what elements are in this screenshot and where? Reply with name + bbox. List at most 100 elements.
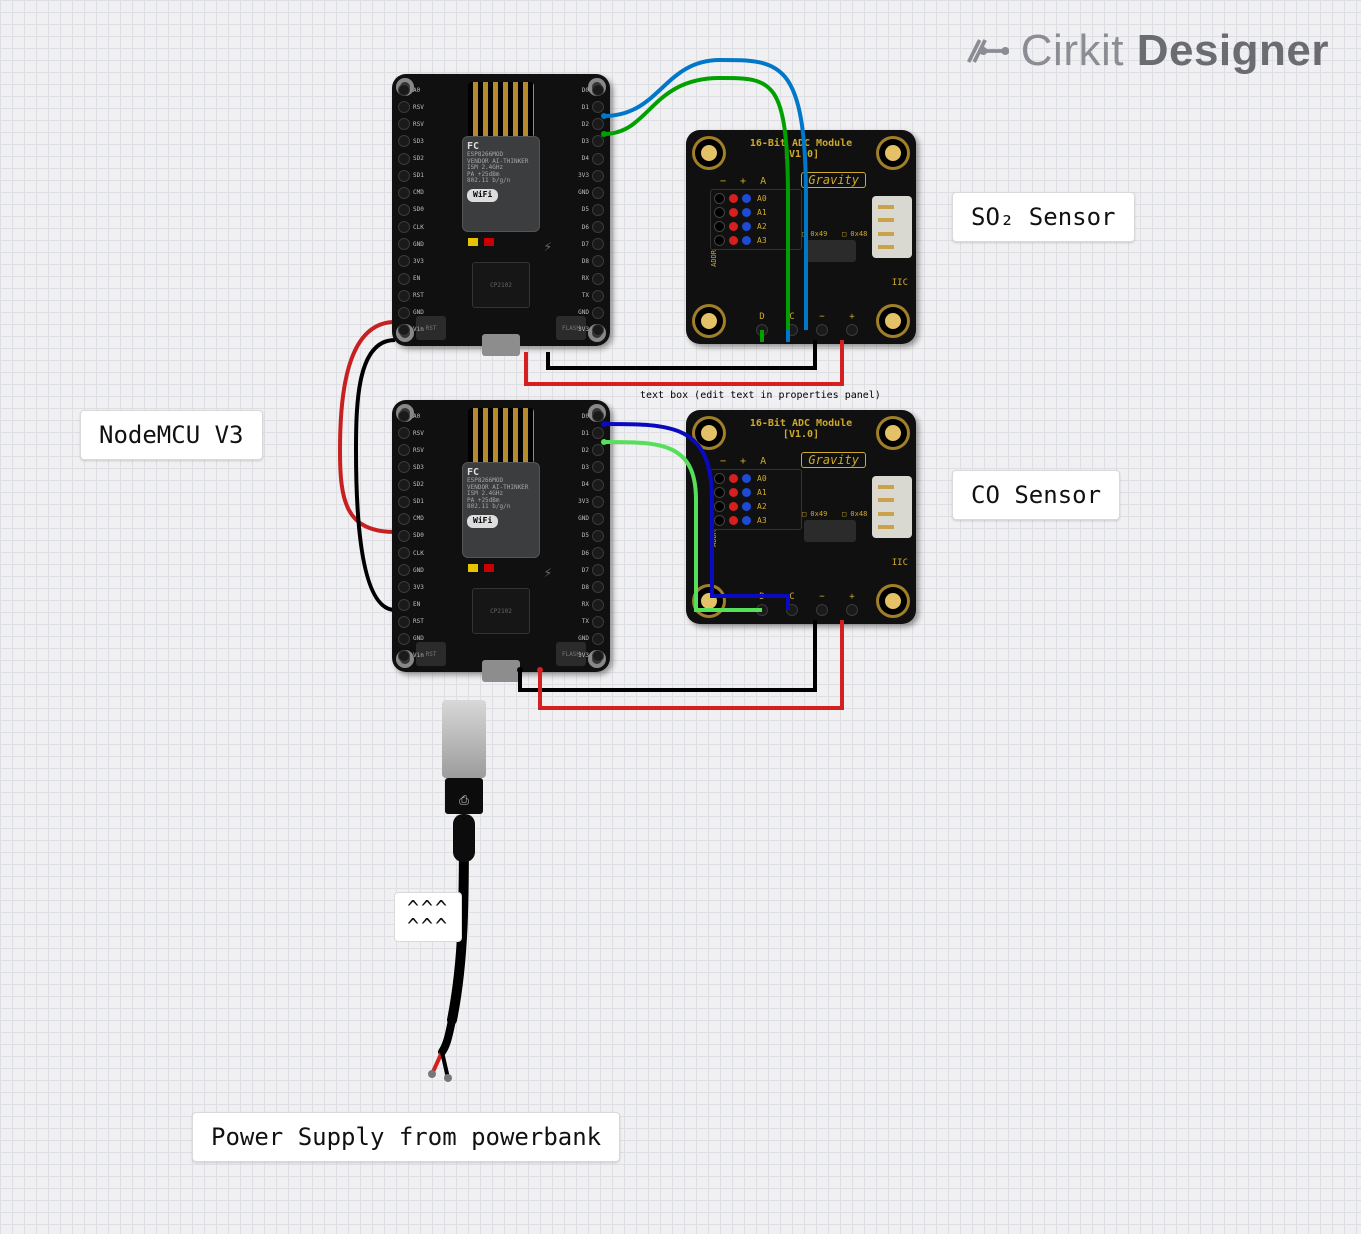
pin-rsv[interactable]: RSV — [398, 101, 426, 113]
pin-d1[interactable]: D1 — [576, 101, 604, 113]
pin-cmd[interactable]: CMD — [398, 513, 426, 525]
i2c-pin-+[interactable]: + — [846, 312, 858, 336]
addr-0x48: □ 0x48 — [842, 230, 867, 238]
pin-header-right[interactable]: D0 D1 D2 D3 D4 3V3 GND D5 D6 D7 D8 RX TX GND 3V3 — [576, 410, 604, 662]
pin-3v3[interactable]: 3V3 — [576, 496, 604, 508]
pin-d5[interactable]: D5 — [576, 204, 604, 216]
pin-clk[interactable]: CLK — [398, 547, 426, 559]
i2c-header[interactable]: DC−+ — [756, 312, 858, 336]
iic-label: IIC — [892, 558, 908, 568]
pin-gnd[interactable]: GND — [576, 513, 604, 525]
pin-tx[interactable]: TX — [576, 290, 604, 302]
gravity-connector[interactable] — [872, 476, 912, 538]
pin-a0[interactable]: A0 — [398, 84, 426, 96]
pin-3v3[interactable]: 3V3 — [576, 170, 604, 182]
i2c-pin-C[interactable]: C — [786, 312, 798, 336]
label-co-sensor[interactable]: CO Sensor — [952, 470, 1120, 520]
label-nodemcu[interactable]: NodeMCU V3 — [80, 410, 263, 460]
mounting-hole — [876, 136, 910, 170]
pin-d7[interactable]: D7 — [576, 238, 604, 250]
lightning-icon: ⚡ — [544, 239, 552, 255]
pin-sd0[interactable]: SD0 — [398, 530, 426, 542]
pin-rst[interactable]: RST — [398, 616, 426, 628]
pin-gnd[interactable]: GND — [398, 564, 426, 576]
pin-sd0[interactable]: SD0 — [398, 204, 426, 216]
pin-gnd[interactable]: GND — [398, 633, 426, 645]
pin-cmd[interactable]: CMD — [398, 187, 426, 199]
pin-d3[interactable]: D3 — [576, 461, 604, 473]
pin-sd1[interactable]: SD1 — [398, 170, 426, 182]
pin-gnd[interactable]: GND — [576, 633, 604, 645]
pin-3v3[interactable]: 3V3 — [576, 650, 604, 662]
pin-sd2[interactable]: SD2 — [398, 479, 426, 491]
i2c-pin-C[interactable]: C — [786, 592, 798, 616]
pin-d6[interactable]: D6 — [576, 221, 604, 233]
pin-sd3[interactable]: SD3 — [398, 461, 426, 473]
design-canvas[interactable]: Cirkit Designer FC ESP8266MOD VENDOR AI-… — [0, 0, 1361, 1234]
pin-d1[interactable]: D1 — [576, 427, 604, 439]
textbox-hint[interactable]: text box (edit text in properties panel) — [640, 390, 881, 401]
pin-rst[interactable]: RST — [398, 290, 426, 302]
nodemcu-board-2[interactable]: FC ESP8266MOD VENDOR AI-THINKER ISM 2.4G… — [392, 400, 610, 672]
pin-sd3[interactable]: SD3 — [398, 135, 426, 147]
pin-d5[interactable]: D5 — [576, 530, 604, 542]
i2c-pin-D[interactable]: D — [756, 312, 768, 336]
adc-module-so2[interactable]: 16-Bit ADC Module [V1.0]Gravity−+AA0A1A2… — [686, 130, 916, 344]
pin-header-right[interactable]: D0 D1 D2 D3 D4 3V3 GND D5 D6 D7 D8 RX TX GND 3V3 — [576, 84, 604, 336]
pin-en[interactable]: EN — [398, 599, 426, 611]
pin-rsv[interactable]: RSV — [398, 118, 426, 130]
i2c-pin-+[interactable]: + — [846, 592, 858, 616]
gravity-connector[interactable] — [872, 196, 912, 258]
pin-d8[interactable]: D8 — [576, 255, 604, 267]
pin-d8[interactable]: D8 — [576, 581, 604, 593]
i2c-pin-−[interactable]: − — [816, 592, 828, 616]
pin-gnd[interactable]: GND — [576, 187, 604, 199]
pin-d2[interactable]: D2 — [576, 118, 604, 130]
pin-a0[interactable]: A0 — [398, 410, 426, 422]
label-so2-sensor[interactable]: SO₂ Sensor — [952, 192, 1135, 242]
pin-tx[interactable]: TX — [576, 616, 604, 628]
pin-3v3[interactable]: 3V3 — [398, 255, 426, 267]
pin-d0[interactable]: D0 — [576, 84, 604, 96]
pin-gnd[interactable]: GND — [398, 238, 426, 250]
addr-0x49: □ 0x49 — [802, 230, 827, 238]
pin-d0[interactable]: D0 — [576, 410, 604, 422]
pin-d4[interactable]: D4 — [576, 153, 604, 165]
pin-d2[interactable]: D2 — [576, 444, 604, 456]
pin-rx[interactable]: RX — [576, 273, 604, 285]
i2c-pin-D[interactable]: D — [756, 592, 768, 616]
adc-module-co[interactable]: 16-Bit ADC Module [V1.0] Gravity−+AA0A1A2… — [686, 410, 916, 624]
pin-gnd[interactable]: GND — [398, 307, 426, 319]
module-title: 16-Bit ADC Module [V1.0] — [750, 418, 852, 440]
pin-vin[interactable]: Vin — [398, 324, 426, 336]
i2c-header[interactable]: DC−+ — [756, 592, 858, 616]
i2c-pin-−[interactable]: − — [816, 312, 828, 336]
pin-sd1[interactable]: SD1 — [398, 496, 426, 508]
label-arrows[interactable]: ^^^ ^^^ — [394, 892, 462, 942]
pin-rx[interactable]: RX — [576, 599, 604, 611]
pin-header-left[interactable]: A0 RSV RSV SD3 SD2 SD1 CMD SD0 CLK GND 3V3 EN RST GND… — [398, 84, 426, 336]
pin-gnd[interactable]: GND — [576, 307, 604, 319]
analog-header[interactable]: −+AA0A1A2A3 — [710, 456, 802, 530]
nodemcu-board-1[interactable]: FC ESP8266MOD VENDOR AI-THINKER ISM 2.4G… — [392, 74, 610, 346]
pin-sd2[interactable]: SD2 — [398, 153, 426, 165]
pin-d6[interactable]: D6 — [576, 547, 604, 559]
pin-rsv[interactable]: RSV — [398, 427, 426, 439]
addr-0x48: □ 0x48 — [842, 510, 867, 518]
pin-3v3[interactable]: 3V3 — [398, 581, 426, 593]
usb-icon: ⎙ — [459, 793, 469, 808]
pin-d3[interactable]: D3 — [576, 135, 604, 147]
analog-header[interactable]: −+AA0A1A2A3 — [710, 176, 802, 250]
pin-clk[interactable]: CLK — [398, 221, 426, 233]
usb-plug[interactable]: ⎙ — [442, 700, 486, 778]
label-power-supply[interactable]: Power Supply from powerbank — [192, 1112, 620, 1162]
pin-header-left[interactable]: A0 RSV RSV SD3 SD2 SD1 CMD SD0 CLK GND 3V3 EN RST GND… — [398, 410, 426, 662]
mounting-hole — [692, 304, 726, 338]
pin-3v3[interactable]: 3V3 — [576, 324, 604, 336]
gravity-label: Gravity — [801, 452, 866, 468]
pin-rsv[interactable]: RSV — [398, 444, 426, 456]
pin-vin[interactable]: Vin — [398, 650, 426, 662]
pin-d4[interactable]: D4 — [576, 479, 604, 491]
pin-en[interactable]: EN — [398, 273, 426, 285]
pin-d7[interactable]: D7 — [576, 564, 604, 576]
